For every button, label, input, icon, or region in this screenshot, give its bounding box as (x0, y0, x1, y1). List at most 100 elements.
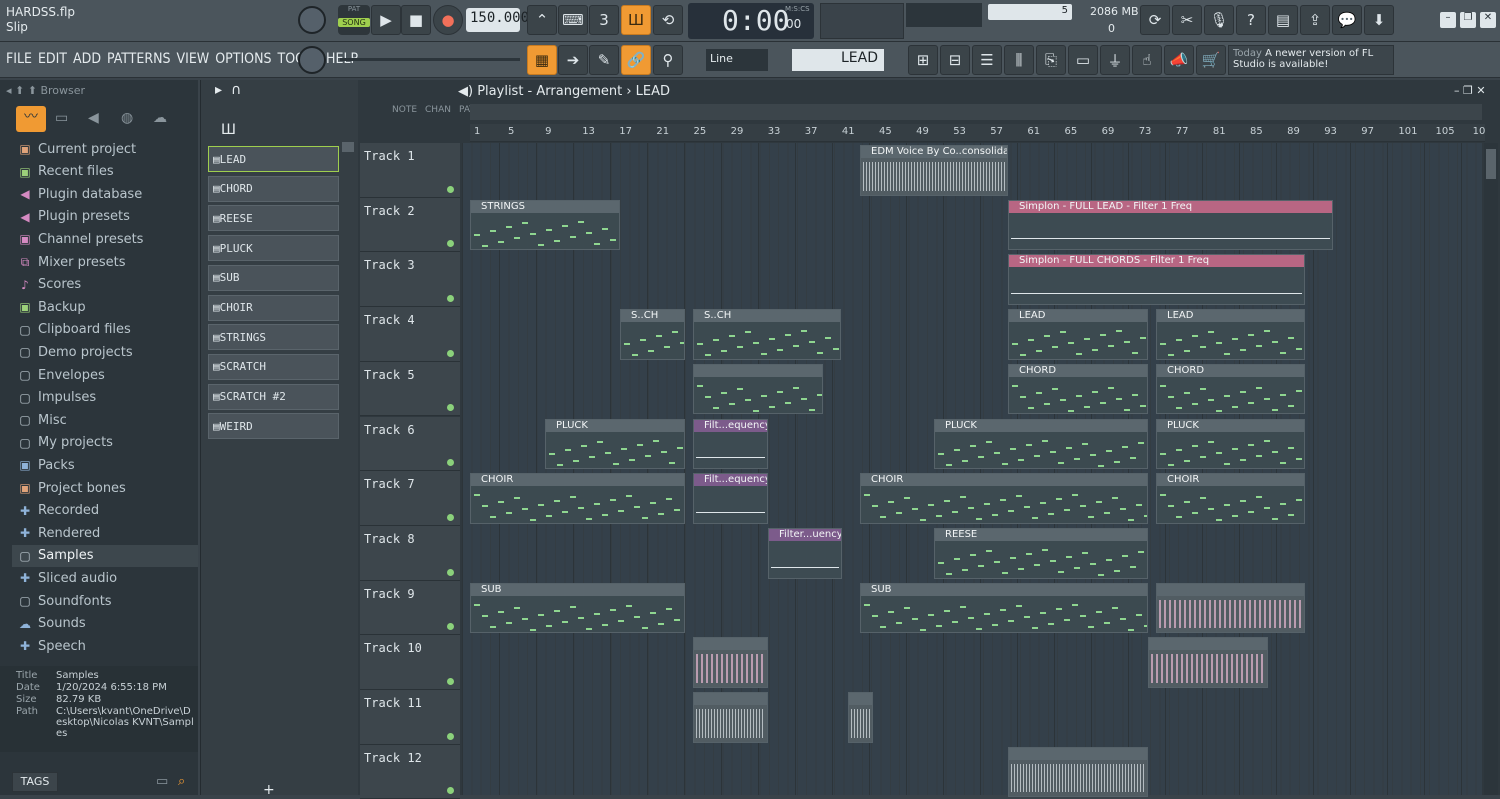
playlist-clip[interactable] (1148, 637, 1268, 688)
playlist-clip[interactable]: LEAD (1156, 309, 1305, 360)
browser-item-sounds[interactable]: ☁ Sounds (18, 613, 86, 635)
browser-item-plugin-presets[interactable]: ◀ Plugin presets (18, 206, 130, 228)
browser-tab-online[interactable]: ◍ (121, 110, 133, 126)
pattern-scrollbar[interactable] (342, 142, 354, 152)
track-enable-led[interactable] (447, 404, 454, 412)
browser-tab-plugins[interactable]: ◀ (88, 110, 99, 126)
close-window-button[interactable]: ✕ (1480, 12, 1496, 28)
track-header[interactable]: Track 11 (360, 690, 460, 745)
playlist-clip[interactable]: S..CH (693, 309, 841, 360)
browser-item-sliced-audio[interactable]: ✚ Sliced audio (18, 567, 117, 589)
browser-item-my-projects[interactable]: ▢ My projects (18, 432, 113, 454)
playlist-clip[interactable]: CHOIR (860, 473, 1148, 524)
playlist-clip[interactable]: Filt...equency (693, 473, 768, 524)
browser-item-scores[interactable]: ♪ Scores (18, 274, 81, 296)
browser-item-channel-presets[interactable]: ▣ Channel presets (18, 228, 143, 250)
tab-note[interactable]: NOTE (392, 105, 417, 115)
pattern-sub[interactable]: ▤ SUB (208, 264, 339, 291)
play-button[interactable]: ▶ (371, 5, 401, 35)
record-button[interactable]: ● (433, 5, 463, 35)
menu-edit[interactable]: EDIT (38, 51, 67, 67)
playlist-clip[interactable]: S..CH (620, 309, 685, 360)
link-button[interactable]: 🔗 (621, 45, 651, 75)
snap-select[interactable]: Line (706, 49, 768, 71)
stamp-button[interactable]: ⚲ (653, 45, 683, 75)
track-enable-led[interactable] (447, 240, 454, 248)
pattern-select[interactable]: LEAD (792, 49, 884, 71)
plugin-database-button[interactable]: ⏚ (1100, 45, 1130, 75)
browser-item-speech[interactable]: ✚ Speech (18, 635, 86, 657)
track-enable-led[interactable] (447, 677, 454, 685)
record-audio-button[interactable]: 📣 (1164, 45, 1194, 75)
track-header[interactable]: Track 8 (360, 525, 460, 581)
browser-item-plugin-database[interactable]: ◀ Plugin database (18, 183, 142, 205)
vertical-scrollbar[interactable] (1484, 143, 1498, 795)
track-enable-led[interactable] (447, 295, 454, 303)
track-enable-led[interactable] (447, 459, 454, 467)
playlist-clip[interactable]: CHORD (1156, 363, 1305, 415)
track-enable-led[interactable] (447, 787, 454, 795)
playlist-overview[interactable] (470, 104, 1482, 120)
minimize-window-button[interactable]: – (1440, 12, 1456, 28)
chat-button[interactable]: 💬 (1332, 5, 1362, 35)
pattern-scratch-2[interactable]: ▤ SCRATCH #2 (208, 383, 339, 410)
track-enable-led[interactable] (447, 349, 454, 357)
browser-item-soundfonts[interactable]: ▢ Soundfonts (18, 590, 111, 612)
track-header[interactable]: Track 4 (360, 307, 460, 362)
time-display[interactable]: 0:00 M:S:CS 00 (688, 3, 814, 39)
playlist-clip[interactable]: REESE (934, 527, 1148, 579)
browser-item-misc[interactable]: ▢ Misc (18, 409, 66, 431)
shop-button[interactable]: 🛒 (1196, 45, 1226, 75)
playlist-clip[interactable]: SUB (470, 582, 685, 634)
master-pitch-knob[interactable] (298, 46, 326, 74)
browser-toggle-button[interactable]: ▭ (1068, 45, 1098, 75)
browser-item-current-project[interactable]: ▣ Current project (18, 138, 136, 160)
draw-button[interactable]: ✎ (589, 45, 619, 75)
browser-tab-cloud[interactable]: ☁ (153, 110, 167, 126)
mic-button[interactable]: 🎙 (1204, 5, 1234, 35)
track-header[interactable]: Track 3 (360, 252, 460, 308)
help-button[interactable]: ? (1236, 5, 1266, 35)
pattern-chord[interactable]: ▤ CHORD (208, 175, 339, 202)
search-icon[interactable]: ⌕ (178, 774, 185, 789)
playlist-clip[interactable]: EDM Voice By Co..consolidated) (860, 145, 1008, 196)
track-header[interactable]: Track 6 (360, 416, 460, 472)
playlist-clip[interactable]: PLUCK (1156, 418, 1305, 470)
playlist-clip[interactable] (693, 637, 768, 688)
track-enable-led[interactable] (447, 185, 454, 193)
save-button[interactable]: ▤ (1268, 5, 1298, 35)
playlist-clip[interactable]: Filter...uency (768, 527, 842, 579)
step-edit-button[interactable]: Ш (621, 5, 651, 35)
browser-item-rendered[interactable]: ✚ Rendered (18, 522, 100, 544)
master-volume-knob[interactable] (298, 6, 326, 34)
pattern-mode-icon[interactable]: Ш (221, 122, 236, 138)
channel-rack-button[interactable]: ⊟ (940, 45, 970, 75)
plugin-picker-button[interactable]: ⎘ (1036, 45, 1066, 75)
track-enable-led[interactable] (447, 623, 454, 631)
track-header[interactable]: Track 9 (360, 580, 460, 636)
menu-view[interactable]: VIEW (177, 51, 210, 67)
mixer-view-button[interactable]: ⫼ (1004, 45, 1034, 75)
playlist-clip[interactable]: STRINGS (470, 199, 620, 251)
browser-item-demo-projects[interactable]: ▢ Demo projects (18, 341, 132, 363)
playlist-clip[interactable] (693, 692, 768, 743)
tags-button[interactable]: TAGS (12, 772, 58, 792)
pattern-strings[interactable]: ▤ STRINGS (208, 324, 339, 351)
browser-tab-all[interactable]: 〰 (16, 106, 46, 132)
pattern-scratch[interactable]: ▤ SCRATCH (208, 353, 339, 380)
playlist-clip[interactable]: CHORD (1008, 363, 1148, 415)
menu-add[interactable]: ADD (73, 51, 101, 67)
browser-item-clipboard-files[interactable]: ▢ Clipboard files (18, 319, 130, 341)
browser-item-packs[interactable]: ▣ Packs (18, 454, 74, 476)
playlist-clip[interactable]: SUB (860, 582, 1148, 634)
pattern-weird[interactable]: ▤ WEIRD (208, 413, 339, 440)
metronome-button[interactable]: ⌃ (527, 5, 557, 35)
playlist-clip[interactable] (848, 692, 873, 743)
magnet-icon[interactable]: ∩ (231, 82, 241, 98)
download-button[interactable]: ⬇ (1364, 5, 1394, 35)
playlist-clip[interactable]: Simplon - FULL CHORDS - Filter 1 Freq (1008, 254, 1305, 306)
loop-record-button[interactable]: ⟲ (653, 5, 683, 35)
track-header[interactable]: Track 2 (360, 197, 460, 253)
menu-options[interactable]: OPTIONS (215, 51, 271, 67)
playlist-clip[interactable]: LEAD (1008, 309, 1148, 360)
